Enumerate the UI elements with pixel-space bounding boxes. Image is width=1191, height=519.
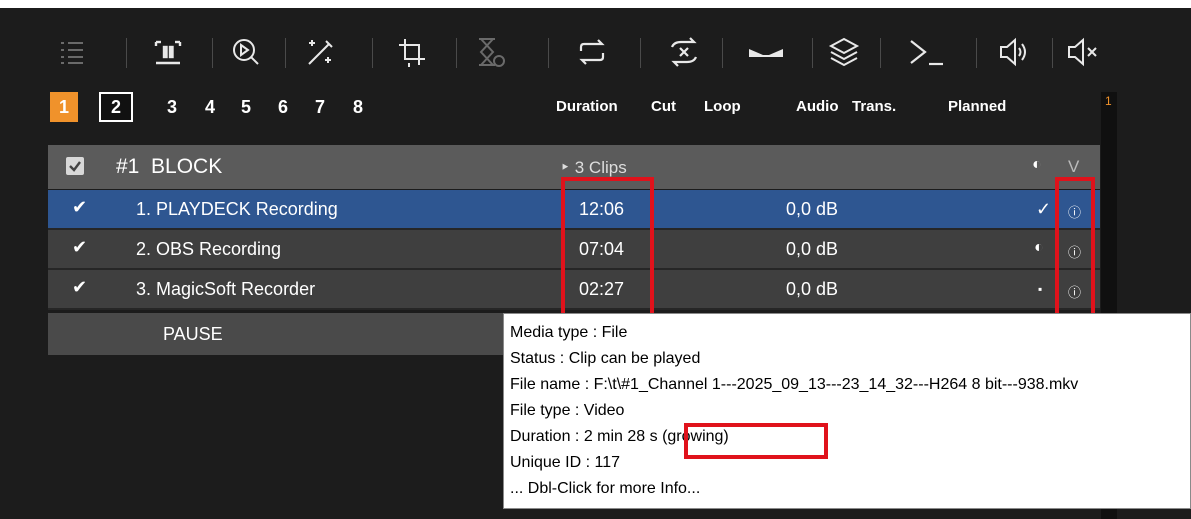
clip-name: 2. OBS Recording [136, 239, 282, 259]
clip-name: 1. PLAYDECK Recording [136, 199, 338, 219]
magic-wand-icon[interactable] [296, 30, 344, 74]
skip-icon[interactable] [660, 30, 708, 74]
gutter-number: 1 [1105, 94, 1112, 108]
block-title: #1 BLOCK [116, 155, 223, 178]
clip-status: ✓ [1036, 199, 1052, 219]
clip-status: ▪ [1038, 282, 1043, 296]
column-audio[interactable]: Audio [796, 98, 839, 115]
hourglass-timer-icon[interactable] [466, 30, 514, 74]
clip-name: 3. MagicSoft Recorder [136, 279, 316, 299]
app-window: 1 2 3 4 5 6 7 8 Duration Cut Loop Audio … [0, 8, 1191, 519]
volume-icon[interactable] [990, 30, 1038, 74]
check-icon: ✔ [72, 277, 88, 297]
half-circle-icon: ◐ [1032, 156, 1042, 173]
column-cut[interactable]: Cut [651, 98, 676, 115]
tab-2[interactable]: 2 [99, 92, 133, 122]
block-clip-count: ‣ 3 Clips [560, 158, 627, 177]
command-prompt-icon[interactable] [902, 30, 950, 74]
block-checkbox[interactable] [66, 157, 84, 175]
transition-icon[interactable] [742, 30, 790, 74]
clip-audio: 0,0 dB [786, 279, 839, 299]
clip-status: ◐ [1034, 239, 1044, 256]
mute-icon[interactable] [1058, 30, 1106, 74]
duration-highlight [561, 177, 654, 317]
tab-5[interactable]: 5 [232, 92, 260, 122]
layers-icon[interactable] [820, 30, 868, 74]
column-duration[interactable]: Duration [556, 98, 618, 115]
preview-icon[interactable] [222, 30, 270, 74]
info-highlight [1055, 177, 1095, 317]
clip-info-tooltip: Media type : File Status : Clip can be p… [503, 313, 1191, 509]
tab-7[interactable]: 7 [306, 92, 334, 122]
column-planned[interactable]: Planned [948, 98, 1006, 115]
column-trans[interactable]: Trans. [852, 98, 896, 115]
tab-3[interactable]: 3 [158, 92, 186, 122]
growing-highlight [684, 423, 828, 459]
tooltip-file-type: File type : Video [510, 402, 625, 419]
crop-icon[interactable] [388, 30, 436, 74]
tab-1[interactable]: 1 [50, 92, 78, 122]
tooltip-media-type: Media type : File [510, 324, 628, 341]
tab-4[interactable]: 4 [196, 92, 224, 122]
checkbox-check-icon [69, 161, 81, 172]
check-icon: ✔ [72, 237, 88, 257]
tab-6[interactable]: 6 [269, 92, 297, 122]
check-icon: ✔ [72, 197, 88, 217]
clip-audio: 0,0 dB [786, 199, 839, 219]
tooltip-status: Status : Clip can be played [510, 350, 701, 367]
pause-label: PAUSE [163, 324, 223, 344]
pause-clip-icon[interactable] [144, 30, 192, 74]
column-loop[interactable]: Loop [704, 98, 741, 115]
list-icon[interactable] [48, 30, 96, 74]
clip-audio: 0,0 dB [786, 239, 839, 259]
playlist-tabs-row: 1 2 3 4 5 6 7 8 Duration Cut Loop Audio … [0, 92, 1100, 128]
tab-8[interactable]: 8 [344, 92, 372, 122]
tooltip-file-name: File name : F:\t\#1_Channel 1---2025_09_… [510, 376, 1079, 393]
loop-icon[interactable] [568, 30, 616, 74]
toolbar [0, 8, 1191, 86]
chevron-down-icon[interactable]: V [1068, 157, 1079, 177]
tooltip-more-info: ... Dbl-Click for more Info... [510, 480, 701, 497]
tooltip-unique-id: Unique ID : 117 [510, 454, 620, 471]
